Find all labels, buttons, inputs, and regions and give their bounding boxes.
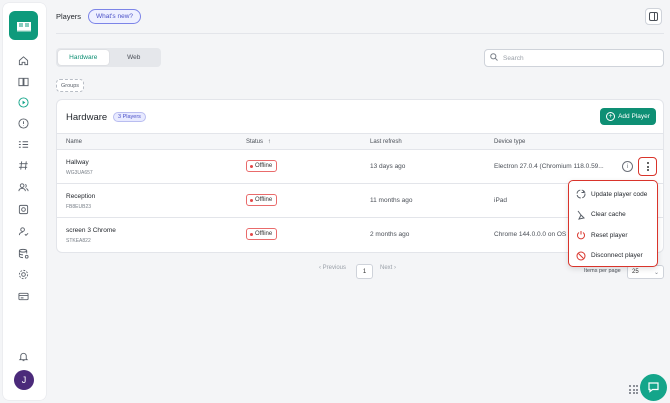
bell-icon[interactable] — [17, 350, 30, 363]
sort-up-icon[interactable]: ↑ — [268, 139, 271, 145]
menu-item-label: Update player code — [591, 190, 648, 198]
database-icon[interactable] — [17, 247, 30, 260]
book-logo-icon[interactable] — [9, 11, 38, 40]
items-per-page-label: Items per page — [584, 268, 621, 274]
play-icon[interactable] — [17, 96, 30, 109]
device-type: Electron 27.0.4 (Chromium 118.0.59... — [494, 163, 604, 170]
search-icon — [490, 53, 498, 63]
column-status-label: Status — [246, 139, 264, 145]
power-icon — [575, 230, 586, 241]
toggle-panel-icon[interactable] — [645, 8, 662, 25]
add-player-label: Add Player — [618, 113, 650, 120]
device-type: Chrome 144.0.0.0 on OS — [494, 231, 567, 238]
player-count-badge: 3 Players — [113, 112, 146, 122]
sidebar: J — [3, 3, 46, 400]
groups-button[interactable]: Groups — [56, 79, 85, 92]
list-icon[interactable] — [17, 138, 30, 151]
add-player-button[interactable]: + Add Player — [600, 108, 656, 125]
items-per-page-select[interactable]: 25 ⌄ — [627, 265, 664, 279]
last-refresh: 11 months ago — [370, 197, 413, 204]
menu-item-update-player-code[interactable]: Update player code — [569, 184, 657, 205]
player-name[interactable]: screen 3 Chrome — [66, 227, 116, 234]
users-icon[interactable] — [17, 181, 30, 194]
media-icon[interactable] — [17, 203, 30, 216]
avatar[interactable]: J — [14, 370, 34, 390]
apps-grid-icon[interactable] — [629, 385, 638, 394]
whats-new-button[interactable]: What's new? — [88, 9, 142, 24]
last-refresh: 2 months ago — [370, 231, 410, 238]
hash-icon[interactable] — [17, 159, 30, 172]
previous-label: Previous — [322, 265, 347, 271]
gear-icon[interactable] — [17, 268, 30, 281]
player-name[interactable]: Reception — [66, 193, 95, 200]
table-row[interactable]: Hallway WG3UA657 Offline 13 days ago Ele… — [57, 150, 663, 184]
alert-icon[interactable] — [17, 117, 30, 130]
more-options-button[interactable] — [638, 157, 657, 176]
search-box — [484, 49, 664, 67]
column-status[interactable]: Status ↑ — [246, 139, 271, 145]
next-page-button[interactable]: Next › — [380, 265, 396, 271]
card-icon[interactable] — [17, 290, 30, 303]
menu-item-disconnect-player[interactable]: Disconnect player — [569, 246, 657, 267]
card-title: Hardware — [66, 112, 108, 123]
last-refresh: 13 days ago — [370, 163, 406, 170]
menu-item-clear-cache[interactable]: Clear cache — [569, 205, 657, 226]
column-name[interactable]: Name — [66, 139, 82, 145]
next-label: Next — [380, 265, 393, 271]
header-divider — [56, 33, 664, 34]
page-title: Players — [56, 12, 82, 21]
player-actions-menu: Update player code Clear cache Reset pla… — [568, 180, 658, 267]
player-id: WG3UA657 — [66, 170, 93, 176]
player-id: FB8EUB23 — [66, 204, 92, 210]
menu-item-label: Clear cache — [591, 211, 626, 219]
status-badge: Offline — [246, 160, 278, 172]
tab-web[interactable]: Web — [109, 50, 160, 65]
tab-hardware[interactable]: Hardware — [58, 50, 109, 65]
plus-icon: + — [606, 112, 616, 121]
player-type-tabs: Hardware Web — [56, 48, 161, 67]
player-id: STKEA822 — [66, 238, 91, 244]
chat-icon[interactable] — [640, 374, 667, 401]
previous-page-button[interactable]: ‹ Previous — [319, 265, 346, 271]
status-badge: Offline — [246, 228, 278, 240]
broom-icon — [575, 209, 586, 220]
status-badge: Offline — [246, 194, 278, 206]
unlink-icon — [575, 250, 586, 261]
column-last-refresh[interactable]: Last refresh — [370, 139, 402, 145]
menu-item-reset-player[interactable]: Reset player — [569, 225, 657, 246]
items-per-page-value: 25 — [632, 269, 639, 275]
player-name[interactable]: Hallway — [66, 159, 89, 166]
book-icon[interactable] — [17, 75, 30, 88]
home-icon[interactable] — [17, 54, 30, 67]
info-icon[interactable]: i — [622, 161, 633, 172]
table-header: Name Status ↑ Last refresh Device type — [57, 133, 663, 150]
search-input[interactable] — [503, 54, 653, 62]
page-number-button[interactable]: 1 — [356, 264, 373, 279]
device-type: iPad — [494, 197, 508, 204]
menu-item-label: Reset player — [591, 231, 628, 239]
chevron-down-icon: ⌄ — [653, 269, 659, 276]
user-check-icon[interactable] — [17, 225, 30, 238]
column-device-type[interactable]: Device type — [494, 139, 525, 145]
menu-item-label: Disconnect player — [591, 252, 643, 260]
sync-icon — [575, 189, 586, 200]
